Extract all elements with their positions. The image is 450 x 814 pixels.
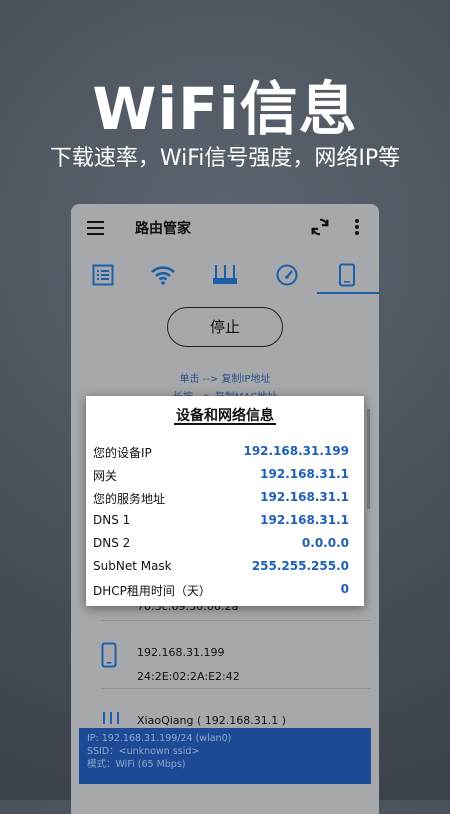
tab-speed[interactable] (259, 254, 314, 296)
dialog-row-dns1: DNS 1 192.168.31.1 (93, 513, 349, 533)
dialog-row-server: 您的服务地址 192.168.31.1 (93, 490, 349, 510)
tab-router[interactable] (197, 254, 252, 296)
dialog-title: 设备和网络信息 (176, 408, 274, 424)
stop-button[interactable]: 停止 (167, 307, 283, 347)
dialog-row-device-ip: 您的设备IP 192.168.31.199 (93, 444, 349, 464)
row-value: 192.168.31.1 (260, 467, 349, 481)
phone-icon (338, 263, 355, 287)
router-icon (103, 712, 119, 724)
dialog-row-gateway: 网关 192.168.31.1 (93, 467, 349, 487)
app-bar: 路由管家 (71, 204, 379, 252)
sync-icon[interactable] (309, 216, 331, 238)
row-label: 网关 (93, 469, 118, 483)
status-mode: 模式：WiFi (65 Mbps) (87, 759, 186, 770)
menu-icon[interactable] (87, 221, 104, 235)
promo-title: WiFi信息 (92, 75, 358, 143)
phone-icon (101, 642, 117, 668)
hint-click: 单击 --> 复制IP地址 (179, 374, 271, 385)
row-value: 0 (340, 582, 349, 596)
tab-wifi[interactable] (135, 254, 190, 296)
row-label: DHCP租用时间（天） (93, 584, 211, 598)
status-ssid: SSID：<unknown ssid> (87, 746, 200, 757)
status-bar: IP: 192.168.31.199/24 (wlan0) SSID：<unkn… (79, 728, 371, 784)
dialog-row-dns2: DNS 2 0.0.0.0 (93, 536, 349, 556)
promo-subtitle: 下载速率，WiFi信号强度，网络IP等 (49, 146, 401, 171)
scrollbar[interactable] (367, 409, 370, 509)
row-label: 您的设备IP (93, 446, 152, 460)
wifi-icon (150, 266, 175, 285)
tab-underline (317, 292, 379, 294)
more-vertical-icon[interactable] (354, 218, 360, 236)
network-info-dialog: 设备和网络信息 您的设备IP 192.168.31.199 网关 192.168… (86, 396, 364, 606)
tab-bar (71, 254, 379, 296)
row-label: DNS 2 (93, 536, 131, 550)
router-text: XiaoQiang ( 192.168.31.1 ) (137, 714, 287, 727)
tab-device[interactable] (319, 254, 374, 296)
dialog-row-dhcp: DHCP租用时间（天） 0 (93, 582, 349, 602)
speedometer-icon (276, 264, 297, 286)
row-value: 192.168.31.1 (260, 490, 349, 504)
router-icon (212, 265, 237, 284)
row-value: 0.0.0.0 (301, 536, 349, 550)
divider (101, 620, 371, 621)
mac-text: 24:2E:02:2A:E2:42 (137, 670, 240, 683)
list-icon (92, 264, 113, 286)
divider (101, 688, 371, 689)
row-value: 192.168.31.1 (260, 513, 349, 527)
app-title: 路由管家 (135, 221, 191, 237)
status-ip: IP: 192.168.31.199/24 (wlan0) (87, 733, 232, 744)
row-label: DNS 1 (93, 513, 131, 527)
row-value: 192.168.31.199 (243, 444, 349, 458)
dialog-row-subnet: SubNet Mask 255.255.255.0 (93, 559, 349, 579)
dialog-title-underline (174, 423, 276, 425)
row-label: 您的服务地址 (93, 492, 166, 506)
row-value: 255.255.255.0 (251, 559, 349, 573)
row-label: SubNet Mask (93, 559, 172, 573)
ip-text: 192.168.31.199 (137, 646, 225, 659)
tab-list[interactable] (75, 254, 130, 296)
